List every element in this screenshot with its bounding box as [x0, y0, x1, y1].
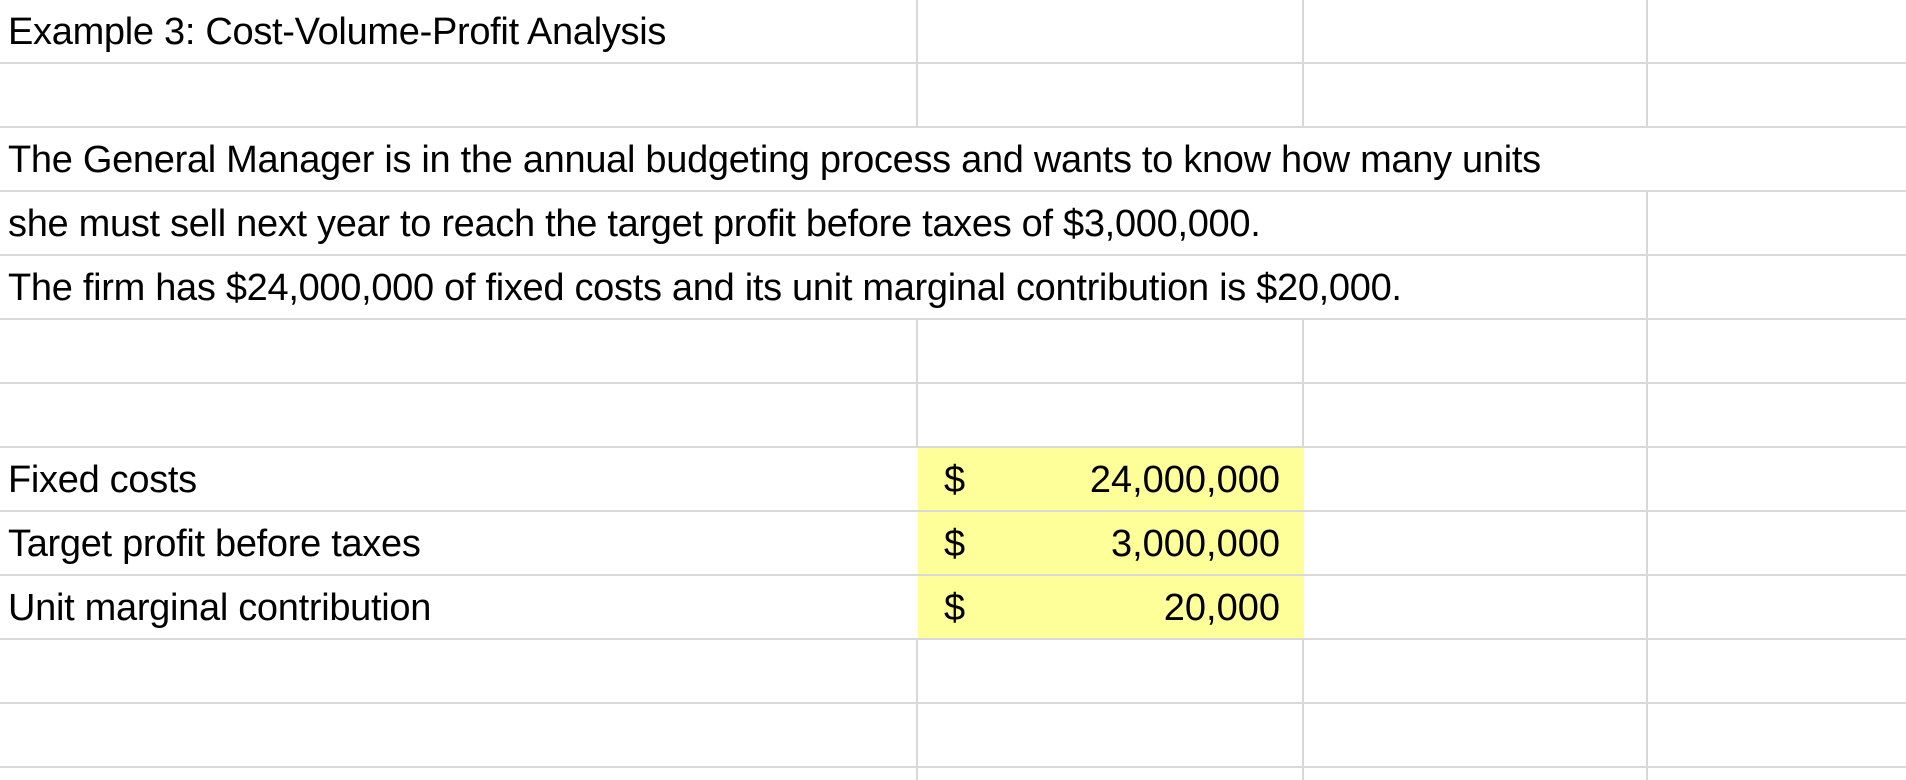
gridline-column: [1302, 640, 1304, 780]
gridline-column: [1646, 190, 1648, 780]
gridline-column: [916, 0, 918, 126]
fixed-costs-currency: $: [944, 459, 966, 501]
target-profit-label[interactable]: Target profit before taxes: [8, 512, 421, 576]
gridline-column: [1302, 0, 1304, 126]
spreadsheet-grid: [0, 0, 1906, 780]
gridline-column: [916, 318, 918, 448]
unit-marginal-contribution-label[interactable]: Unit marginal contribution: [8, 576, 431, 640]
fixed-costs-value[interactable]: 24,000,000: [1040, 448, 1280, 512]
sheet-title[interactable]: Example 3: Cost-Volume-Profit Analysis: [8, 0, 666, 64]
gridline-row: [0, 702, 1906, 704]
unit-marginal-contribution-currency: $: [944, 587, 966, 629]
gridline-column: [916, 640, 918, 780]
target-profit-currency: $: [944, 523, 966, 565]
paragraph-line-1[interactable]: The General Manager is in the annual bud…: [8, 128, 1541, 192]
gridline-column: [1302, 318, 1304, 448]
gridline-column: [1646, 0, 1648, 126]
target-profit-value[interactable]: 3,000,000: [1040, 512, 1280, 576]
paragraph-line-2[interactable]: she must sell next year to reach the tar…: [8, 192, 1261, 256]
gridline-row: [0, 766, 1906, 768]
fixed-costs-label[interactable]: Fixed costs: [8, 448, 197, 512]
unit-marginal-contribution-value[interactable]: 20,000: [1040, 576, 1280, 640]
gridline-row: [0, 382, 1906, 384]
paragraph-line-3[interactable]: The firm has $24,000,000 of fixed costs …: [8, 256, 1402, 320]
